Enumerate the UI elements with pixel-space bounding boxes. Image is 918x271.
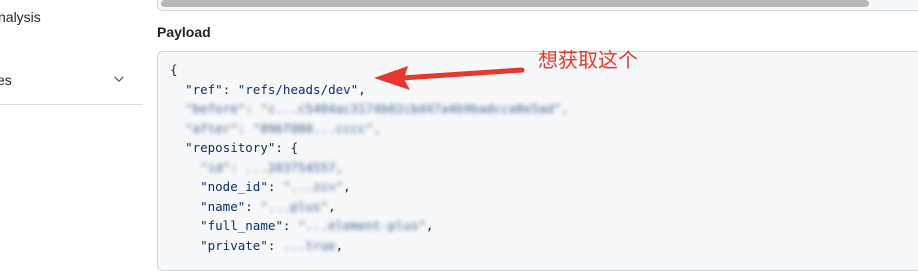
sidebar-item-analysis[interactable]: nalysis: [0, 9, 41, 25]
code-line: "node_id": "...zc=",: [200, 179, 351, 194]
json-key: "repository": [185, 140, 276, 155]
json-value: "...zc=": [282, 179, 344, 194]
json-key: "after": [185, 120, 238, 136]
json-key: "node_id": [200, 179, 268, 194]
code-line: "id": ...203754557,: [200, 159, 344, 175]
code-brace: {: [170, 62, 178, 77]
code-line: "name": "...plus",: [200, 198, 336, 214]
json-value-ref: "refs/heads/dev": [237, 81, 359, 97]
payload-title: Payload: [157, 24, 211, 40]
annotation-label: 想获取这个: [538, 48, 638, 72]
chevron-down-icon[interactable]: [112, 72, 126, 86]
json-value: "c...c5404ac3174b02cbd47a4b9badcca0e5ad": [260, 101, 562, 116]
json-key: "ref": [185, 81, 223, 97]
json-brace: {: [290, 140, 298, 155]
annotation-arrow-icon: [374, 66, 525, 90]
json-value: "...plus": [260, 198, 329, 214]
code-line: "private": ...true,: [200, 237, 344, 253]
code-line: "full_name": "...element-plus",: [200, 218, 434, 233]
horizontal-scrollbar[interactable]: [161, 0, 869, 7]
json-key: "private": [200, 237, 268, 253]
code-line: "after": "896f080...cccc",: [185, 120, 381, 136]
json-key: "full_name": [200, 218, 283, 233]
json-key: "before": [185, 101, 246, 116]
sidebar-item-rules[interactable]: es: [0, 72, 12, 88]
sidebar-divider: [0, 104, 143, 105]
json-value: "...element-plus": [297, 218, 426, 233]
json-key: "name": [200, 198, 246, 214]
sidebar: nalysis es: [0, 0, 143, 256]
json-value: ...203754557: [245, 159, 336, 175]
json-key: "id": [200, 159, 231, 175]
json-value: ...true: [282, 237, 336, 253]
code-line: "before": "c...c5404ac3174b02cbd47a4b9ba…: [185, 101, 569, 116]
code-line: "repository": {: [185, 140, 298, 155]
json-value: "896f080...cccc": [252, 120, 374, 136]
